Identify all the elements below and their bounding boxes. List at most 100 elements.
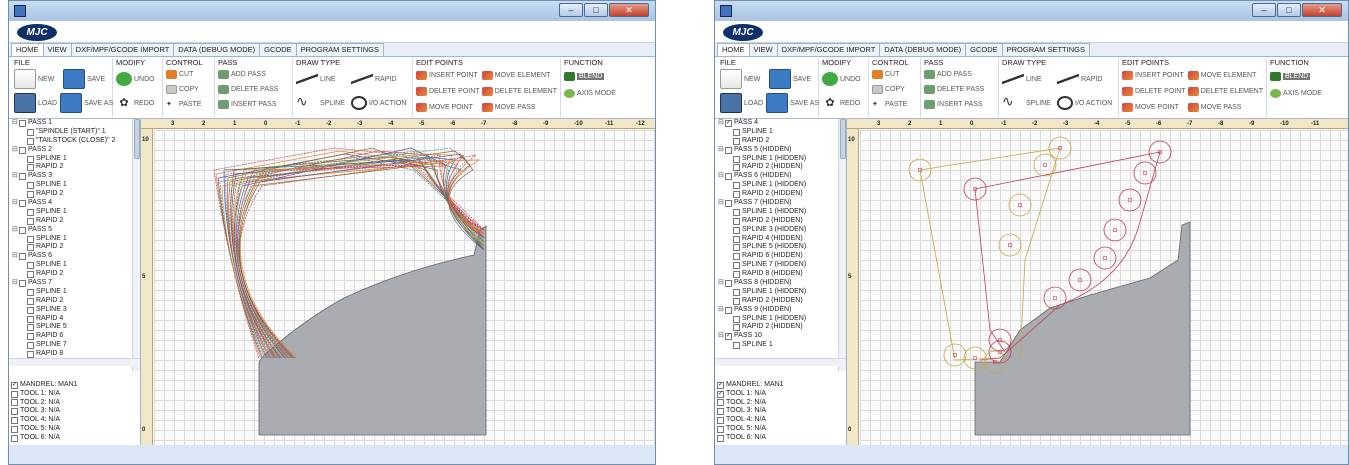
cut-button[interactable]: CUT [166,67,211,82]
tool-checkbox[interactable] [717,399,724,407]
tree-checkbox[interactable] [733,288,740,296]
tree-pass-node[interactable]: ⊟ PASS 2 [9,146,140,155]
copy-button[interactable]: COPY [872,82,917,97]
io-action-button[interactable]: I/O ACTION [351,96,406,110]
tree-element-node[interactable]: RAPID 2 [9,243,140,252]
scroll-thumb[interactable] [840,119,846,159]
tree-element-node[interactable]: SPLINE 5 [9,323,140,332]
tool-item[interactable]: TOOL 2: N/A [717,399,784,408]
insert-point-button[interactable]: INSERT POINT [416,67,482,83]
tree-vertical-scrollbar[interactable] [132,119,140,371]
tree-checkbox[interactable] [19,199,26,207]
tree-checkbox[interactable] [27,297,34,305]
tree-element-node[interactable]: SPLINE 7 (HIDDEN) [715,261,846,270]
tree-element-node[interactable]: RAPID 8 (HIDDEN) [715,270,846,279]
collapse-toggle-icon[interactable]: ⊟ [12,226,19,235]
tree-checkbox[interactable] [27,128,34,136]
tree-checkbox[interactable] [27,164,34,172]
tool-checkbox[interactable] [11,390,18,398]
collapse-toggle-icon[interactable]: ⊟ [718,306,725,315]
io-action-button[interactable]: I/O ACTION [1057,96,1112,110]
tree-element-node[interactable]: "TAILSTOCK (CLOSE)" 2 [9,137,140,146]
tool-item[interactable]: TOOL 6: N/A [11,434,78,443]
axis-mode-button[interactable]: AXIS MODE [1270,85,1328,101]
tree-checkbox[interactable]: ✓ [725,333,732,341]
tree-checkbox[interactable] [27,208,34,216]
move-element-button[interactable]: MOVE ELEMENT [481,67,557,83]
collapse-toggle-icon[interactable]: ⊟ [718,119,725,128]
tool-item[interactable]: ✓ MANDREL: MAN1 [11,381,78,390]
scroll-thumb[interactable] [134,119,140,159]
new-button[interactable]: NEW [14,69,60,89]
tree-checkbox[interactable] [27,137,34,145]
tool-item[interactable]: TOOL 3: N/A [717,407,784,416]
collapse-toggle-icon[interactable]: ⊟ [12,279,19,288]
move-element-button[interactable]: MOVE ELEMENT [1187,67,1263,83]
tree-checkbox[interactable] [27,315,34,323]
drawing-canvas[interactable]: 3 2 1 0 -1 -2 -3 -4 -5 -6 -7 -8 -9 -10 -11 -12 10 5 0 [141,119,655,445]
tree-element-node[interactable]: SPLINE 1 [9,181,140,190]
tree-element-node[interactable]: SPLINE 3 (HIDDEN) [715,226,846,235]
cut-button[interactable]: CUT [872,67,917,82]
tree-element-node[interactable]: RAPID 2 [9,297,140,306]
tree-pass-node[interactable]: ⊟ ✓ PASS 10 [715,332,846,341]
tree-checkbox[interactable] [733,226,740,234]
tree-element-node[interactable]: RAPID 2 [9,163,140,172]
line-button[interactable]: LINE [296,69,348,89]
tree-element-node[interactable]: RAPID 2 (HIDDEN) [715,163,846,172]
tree-checkbox[interactable] [27,191,34,199]
tree-element-node[interactable]: RAPID 2 (HIDDEN) [715,323,846,332]
tree-checkbox[interactable] [733,128,740,136]
tree-checkbox[interactable] [733,297,740,305]
tree-checkbox[interactable] [733,217,740,225]
tree-element-node[interactable]: SPLINE 1 [715,341,846,350]
paste-button[interactable]: ✦ PASTE [872,97,917,112]
tree-horizontal-scrollbar[interactable] [9,358,140,366]
tool-checkbox[interactable] [11,435,18,443]
rapid-button[interactable]: RAPID [1057,69,1102,89]
load-button[interactable]: LOAD [14,93,57,113]
tree-checkbox[interactable] [27,217,34,225]
tree-checkbox[interactable] [27,182,34,190]
maximize-button[interactable]: □ [1277,3,1301,17]
tree-checkbox[interactable] [27,324,34,332]
tree-pass-node[interactable]: ⊟ PASS 3 [9,172,140,181]
tree-element-node[interactable]: SPLINE 1 (HIDDEN) [715,288,846,297]
delete-element-button[interactable]: DELETE ELEMENT [1187,83,1263,99]
tree-checkbox[interactable] [19,119,26,127]
tree-element-node[interactable]: SPLINE 1 (HIDDEN) [715,208,846,217]
tree-checkbox[interactable] [725,146,732,154]
tree-checkbox[interactable] [19,173,26,181]
tree-element-node[interactable]: SPLINE 3 [9,306,140,315]
save-as-button[interactable]: SAVE AS [60,93,113,113]
tool-checkbox[interactable] [717,435,724,443]
tab-program-settings[interactable]: PROGRAM SETTINGS [1001,43,1090,56]
axis-mode-button[interactable]: AXIS MODE [564,85,622,101]
collapse-toggle-icon[interactable]: ⊟ [718,199,725,208]
collapse-toggle-icon[interactable]: ⊟ [12,146,19,155]
tool-checkbox[interactable] [11,399,18,407]
tree-checkbox[interactable] [733,235,740,243]
tool-item[interactable]: ✓ MANDREL: MAN1 [717,381,784,390]
delete-point-button[interactable]: DELETE POINT [416,83,482,99]
delete-pass-button[interactable]: DELETE PASS [924,82,995,97]
tree-element-node[interactable]: "SPINDLE (START)" 1 [9,128,140,137]
tree-checkbox[interactable] [27,235,34,243]
tree-element-node[interactable]: RAPID 2 (HIDDEN) [715,190,846,199]
tool-item[interactable]: TOOL 2: N/A [11,399,78,408]
collapse-toggle-icon[interactable]: ⊟ [12,199,19,208]
tree-element-node[interactable]: SPLINE 1 (HIDDEN) [715,181,846,190]
tab-dxf-import[interactable]: DXF/MPF/GCODE IMPORT [776,43,881,56]
tree-element-node[interactable]: RAPID 4 [9,315,140,324]
insert-pass-button[interactable]: INSERT PASS [218,97,289,112]
tool-item[interactable]: TOOL 4: N/A [11,416,78,425]
undo-button[interactable]: UNDO [822,72,861,86]
tab-view[interactable]: VIEW [748,43,778,56]
insert-pass-button[interactable]: INSERT PASS [924,97,995,112]
collapse-toggle-icon[interactable]: ⊟ [12,119,19,128]
tree-element-node[interactable]: SPLINE 1 [9,155,140,164]
tree-checkbox[interactable] [725,306,732,314]
load-button[interactable]: LOAD [720,93,763,113]
paste-button[interactable]: ✦ PASTE [166,97,211,112]
minimize-button[interactable]: – [1252,3,1276,17]
